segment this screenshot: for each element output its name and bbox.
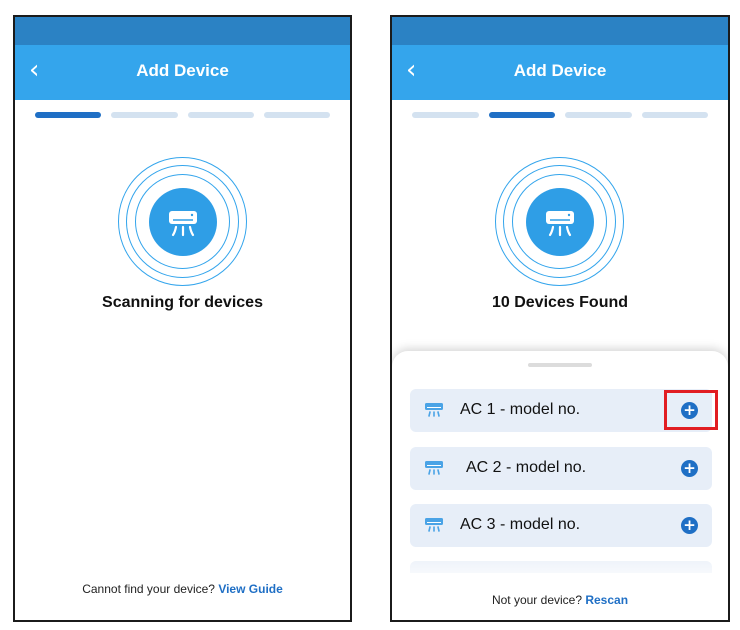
air-conditioner-icon: [546, 211, 574, 237]
device-name: AC 3 - model no.: [460, 516, 581, 533]
step-progress: [35, 112, 330, 118]
step-indicator-3: [187, 112, 254, 118]
air-conditioner-icon: [425, 461, 443, 475]
app-bar: ‹ Add Device: [392, 45, 728, 100]
footer-text: Cannot find your device?: [82, 582, 215, 596]
app-bar: ‹ Add Device: [15, 45, 350, 100]
footer-help: Cannot find your device? View Guide: [15, 582, 350, 596]
scanning-screen: ‹ Add Device Scanning for devices Cannot…: [13, 15, 352, 622]
air-conditioner-icon: [168, 211, 197, 237]
page-title: Add Device: [513, 61, 607, 80]
rescan-link[interactable]: Rescan: [585, 593, 628, 607]
sheet-drag-handle[interactable]: [528, 363, 592, 367]
devices-found-count: 10 Devices Found: [491, 294, 629, 311]
step-indicator-3: [565, 112, 632, 118]
status-bar: [392, 17, 728, 45]
step-indicator-4: [641, 112, 708, 118]
view-guide-link[interactable]: View Guide: [218, 582, 282, 596]
step-indicator-1: [35, 112, 102, 118]
scan-animation: [495, 157, 625, 287]
air-conditioner-icon: [425, 518, 443, 532]
step-indicator-1: [412, 112, 479, 118]
add-device-plus-icon[interactable]: +: [681, 460, 698, 477]
scan-animation: [117, 157, 248, 287]
status-bar: [15, 17, 350, 45]
step-indicator-2: [488, 112, 555, 118]
footer-text: Not your device?: [491, 593, 582, 607]
scan-status-text: Scanning for devices: [102, 294, 263, 311]
add-device-plus-icon[interactable]: +: [681, 517, 698, 534]
device-list-sheet: AC 1 - model no. + AC 2 - model no. + AC…: [392, 351, 728, 620]
device-row-ac2[interactable]: AC 2 - model no. +: [410, 447, 712, 490]
footer-help: Not your device? Rescan: [392, 593, 728, 607]
device-row-ac3[interactable]: AC 3 - model no. +: [410, 504, 712, 547]
device-name: AC 1 - model no.: [460, 401, 581, 418]
step-indicator-2: [111, 112, 178, 118]
page-title: Add Device: [136, 61, 229, 80]
air-conditioner-icon: [425, 403, 443, 417]
step-indicator-4: [263, 112, 330, 118]
devices-found-screen: ‹ Add Device 10 Devices Found AC 1 - mod…: [390, 15, 730, 622]
device-name: AC 2 - model no.: [466, 459, 587, 476]
highlight-box: [664, 390, 718, 430]
step-progress: [412, 112, 708, 118]
